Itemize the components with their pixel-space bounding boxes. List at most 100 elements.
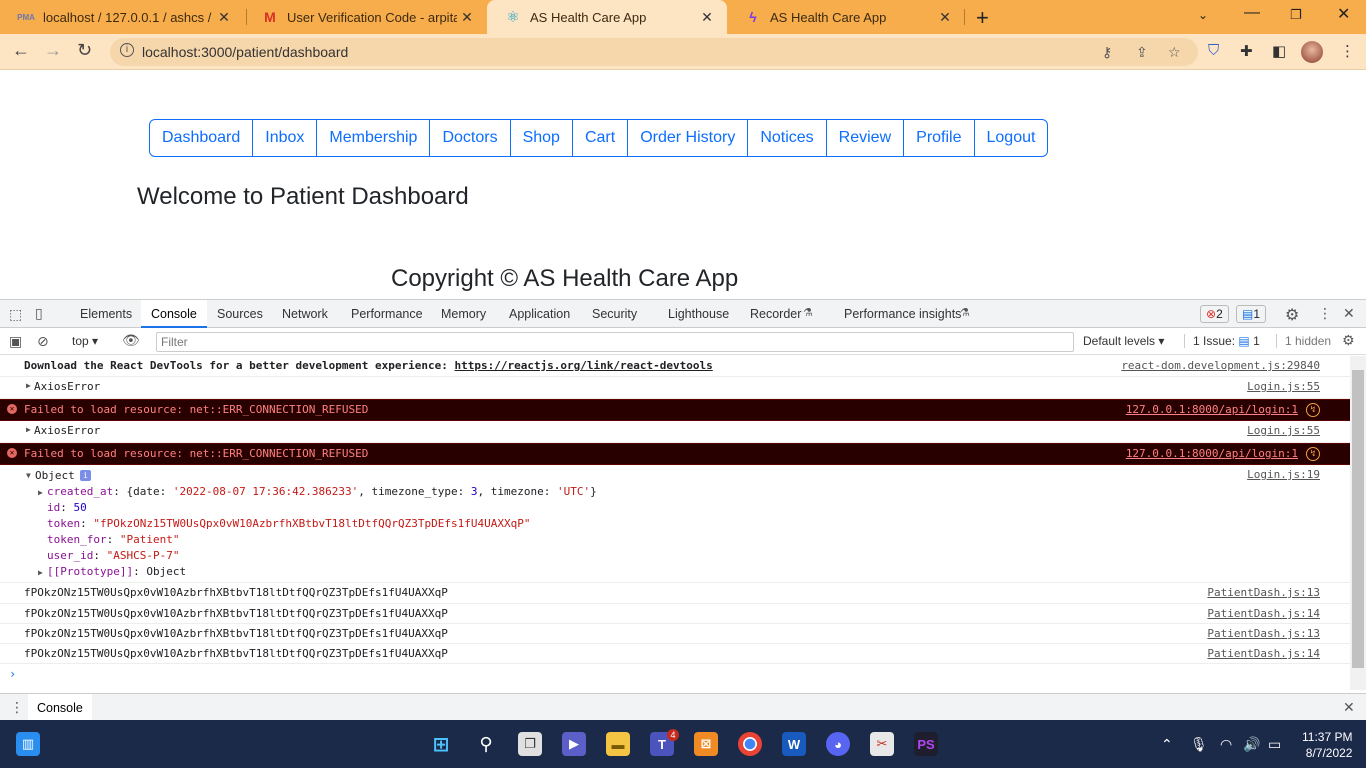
xampp-icon[interactable]: ⊠ xyxy=(694,732,718,756)
collapse-triangle-icon[interactable]: ▼ xyxy=(26,471,31,480)
word-icon[interactable]: W xyxy=(782,732,806,756)
nav-membership[interactable]: Membership xyxy=(317,120,431,156)
context-selector[interactable]: top ▾ xyxy=(72,334,98,348)
nav-shop[interactable]: Shop xyxy=(511,120,573,156)
source-link[interactable]: 127.0.0.1:8000/api/login:1 xyxy=(1126,447,1298,460)
close-icon[interactable]: ✕ xyxy=(214,9,234,26)
devtools-tab-recorder[interactable]: Recorder xyxy=(750,307,801,321)
tab-phpmyadmin[interactable]: PMA localhost / 127.0.0.1 / ashcs / pat … xyxy=(0,0,244,34)
nav-notices[interactable]: Notices xyxy=(748,120,827,156)
devtools-close-icon[interactable]: ✕ xyxy=(1343,305,1355,322)
wifi-icon[interactable]: ◠ xyxy=(1220,736,1232,753)
device-toolbar-icon[interactable]: ▯ xyxy=(35,305,43,322)
source-link[interactable]: Login.js:19 xyxy=(1247,468,1320,481)
error-count-badge[interactable]: ⊗2 xyxy=(1200,305,1229,323)
source-link[interactable]: Login.js:55 xyxy=(1247,424,1320,437)
nav-order-history[interactable]: Order History xyxy=(628,120,749,156)
devtools-menu-icon[interactable]: ⋮ xyxy=(1318,305,1332,322)
tab-gmail[interactable]: M User Verification Code - arpitadas ✕ xyxy=(244,0,487,34)
nav-doctors[interactable]: Doctors xyxy=(430,120,511,156)
devtools-tab-performance[interactable]: Performance xyxy=(351,307,423,321)
console-settings-gear-icon[interactable]: ⚙ xyxy=(1342,332,1355,349)
devtools-tab-application[interactable]: Application xyxy=(509,307,570,321)
nav-logout[interactable]: Logout xyxy=(975,120,1048,156)
password-key-icon[interactable]: ⚷ xyxy=(1102,44,1112,61)
menu-kebab-icon[interactable]: ⋮ xyxy=(1340,42,1355,60)
nav-review[interactable]: Review xyxy=(827,120,905,156)
nav-profile[interactable]: Profile xyxy=(904,120,975,156)
tab-as-health-care-active[interactable]: ⚛ AS Health Care App ✕ xyxy=(487,0,727,34)
windows-start-icon[interactable]: ⊞ xyxy=(429,732,453,756)
drawer-close-icon[interactable]: ✕ xyxy=(1343,699,1355,716)
devtools-tab-memory[interactable]: Memory xyxy=(441,307,486,321)
battery-icon[interactable]: ▭ xyxy=(1268,736,1281,753)
system-clock[interactable]: 11:37 PM 8/7/2022 xyxy=(1302,729,1352,761)
info-icon[interactable]: i xyxy=(80,470,91,481)
expand-triangle-icon[interactable]: ▶ xyxy=(26,425,31,434)
source-link[interactable]: PatientDash.js:14 xyxy=(1207,607,1320,620)
console-prompt-icon[interactable]: › xyxy=(9,667,16,681)
console-scrollbar[interactable] xyxy=(1350,356,1366,690)
share-icon[interactable]: ⇪ xyxy=(1136,44,1148,61)
snipping-tool-icon[interactable]: ✂ xyxy=(870,732,894,756)
discord-icon[interactable]: ◕ xyxy=(826,732,850,756)
back-icon[interactable]: ← xyxy=(12,40,30,61)
devtools-tab-network[interactable]: Network xyxy=(282,307,328,321)
widgets-icon[interactable]: ▥ xyxy=(16,732,40,756)
network-request-icon[interactable]: ↯ xyxy=(1306,447,1320,461)
restore-icon[interactable]: ❐ xyxy=(1290,7,1302,23)
reload-icon[interactable]: ↻ xyxy=(77,40,92,61)
task-view-icon[interactable]: ❐ xyxy=(518,732,542,756)
settings-gear-icon[interactable]: ⚙ xyxy=(1285,305,1299,325)
forward-icon[interactable]: → xyxy=(44,40,62,61)
drawer-menu-icon[interactable]: ⋮ xyxy=(10,699,24,716)
source-link[interactable]: PatientDash.js:13 xyxy=(1207,586,1320,599)
nav-dashboard[interactable]: Dashboard xyxy=(150,120,254,156)
network-request-icon[interactable]: ↯ xyxy=(1306,403,1320,417)
console-object[interactable]: ▼ Object i Login.js:19 ▶ created_at: {da… xyxy=(0,465,1350,583)
log-levels-dropdown[interactable]: Default levels ▾ xyxy=(1083,334,1164,348)
brave-shield-icon[interactable]: ⛉ xyxy=(1208,42,1219,59)
react-devtools-link[interactable]: https://reactjs.org/link/react-devtools xyxy=(454,359,712,372)
devtools-tab-lighthouse[interactable]: Lighthouse xyxy=(668,307,729,321)
expand-triangle-icon[interactable]: ▶ xyxy=(26,381,31,390)
console-filter-input[interactable]: Filter xyxy=(156,332,1074,352)
devtools-tab-sources[interactable]: Sources xyxy=(217,307,263,321)
source-link[interactable]: react-dom.development.js:29840 xyxy=(1121,359,1320,372)
file-explorer-icon[interactable]: ▬ xyxy=(606,732,630,756)
side-panel-icon[interactable]: ◧ xyxy=(1272,42,1286,60)
extensions-puzzle-icon[interactable]: ✚ xyxy=(1240,42,1253,60)
nav-inbox[interactable]: Inbox xyxy=(253,120,318,156)
source-link[interactable]: Login.js:55 xyxy=(1247,380,1320,393)
nav-cart[interactable]: Cart xyxy=(573,120,629,156)
devtools-tab-elements[interactable]: Elements xyxy=(80,307,132,321)
source-link[interactable]: 127.0.0.1:8000/api/login:1 xyxy=(1126,403,1298,416)
search-icon[interactable]: ⚲ xyxy=(474,732,498,756)
bookmark-star-icon[interactable]: ☆ xyxy=(1168,44,1181,61)
phpstorm-icon[interactable]: PS xyxy=(914,732,938,756)
clear-console-icon[interactable]: ⊘ xyxy=(37,333,49,350)
new-tab-icon[interactable]: + xyxy=(976,5,989,31)
drawer-tab-console[interactable]: Console xyxy=(28,694,92,722)
scrollbar-thumb[interactable] xyxy=(1352,370,1364,668)
source-link[interactable]: PatientDash.js:13 xyxy=(1207,627,1320,640)
sidebar-toggle-icon[interactable]: ▣ xyxy=(9,333,22,350)
minimize-icon[interactable]: — xyxy=(1244,4,1260,22)
profile-avatar[interactable] xyxy=(1301,41,1323,63)
tab-search-icon[interactable]: ⌄ xyxy=(1198,8,1208,22)
volume-icon[interactable]: 🔊 xyxy=(1243,736,1260,753)
inspect-element-icon[interactable]: ⬚ xyxy=(9,306,22,323)
close-icon[interactable]: ✕ xyxy=(697,9,717,26)
show-hidden-icons-chevron[interactable]: ⌃ xyxy=(1161,736,1173,753)
address-bar[interactable]: i localhost:3000/patient/dashboard ⚷ ⇪ ☆ xyxy=(110,38,1198,66)
close-icon[interactable]: ✕ xyxy=(935,9,955,26)
console-message[interactable]: ▶ AxiosError Login.js:55 xyxy=(0,377,1350,399)
message-count-badge[interactable]: ▤1 xyxy=(1236,305,1267,323)
devtools-tab-security[interactable]: Security xyxy=(592,307,637,321)
console-message[interactable]: ▶ AxiosError Login.js:55 xyxy=(0,421,1350,443)
site-info-icon[interactable]: i xyxy=(120,43,134,57)
tab-as-health-care[interactable]: ϟ AS Health Care App ✕ xyxy=(727,0,965,34)
devtools-tab-performance-insights[interactable]: Performance insights xyxy=(844,307,961,321)
source-link[interactable]: PatientDash.js:14 xyxy=(1207,647,1320,660)
window-close-icon[interactable]: ✕ xyxy=(1337,4,1350,24)
